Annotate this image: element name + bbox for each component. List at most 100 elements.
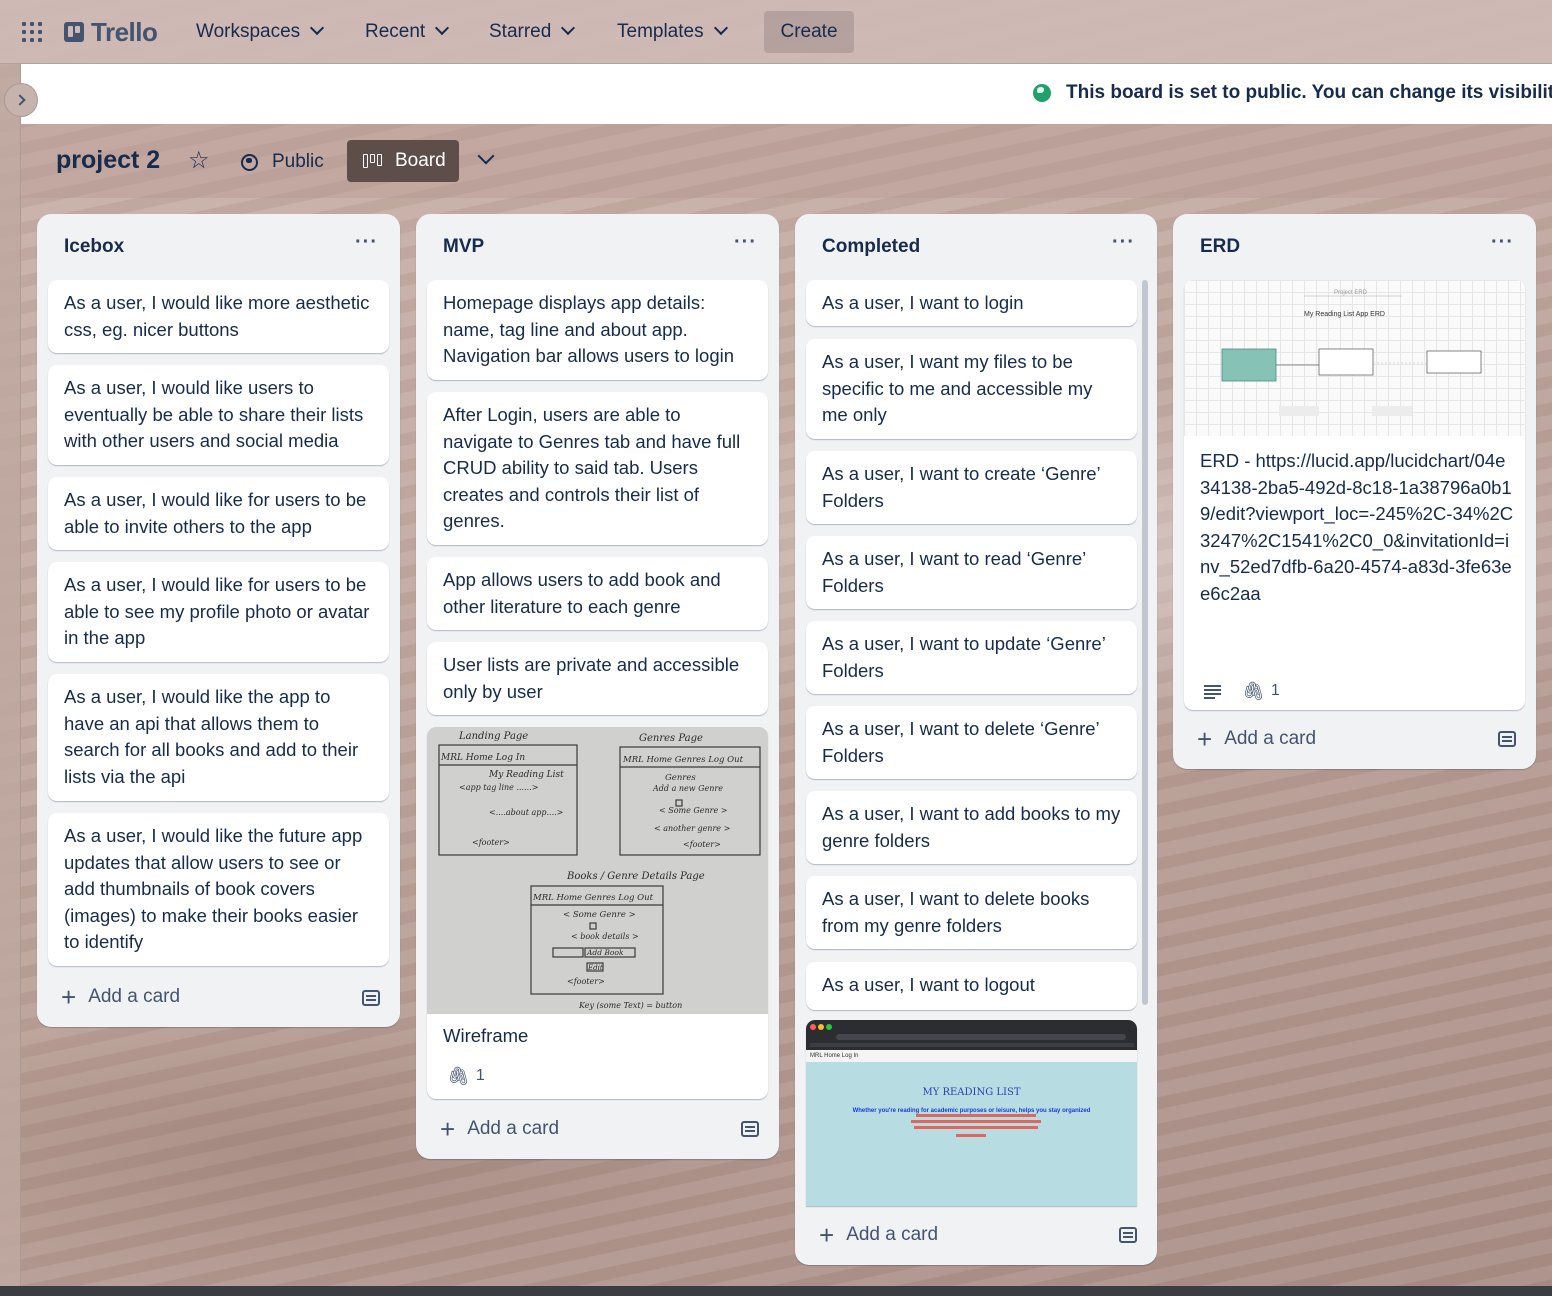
trello-logo-text: Trello bbox=[91, 16, 158, 47]
recent-label: Recent bbox=[365, 21, 426, 42]
banner-text: This board is set to public. You can cha… bbox=[1066, 82, 1552, 103]
add-card-label: Add a card bbox=[467, 1118, 560, 1139]
top-navigation-bar: Trello Workspaces Recent Starred Templat… bbox=[0, 0, 1552, 64]
erd-diagram: Project ERD My Reading List App ERD bbox=[1221, 290, 1482, 416]
sketch-nav-details: MRL Home Genres Log Out bbox=[532, 893, 654, 903]
board-view-button[interactable]: Board bbox=[347, 140, 459, 182]
card[interactable]: App allows users to add book and other l… bbox=[427, 557, 768, 630]
wireframe-sketch-image: Landing Page Genres Page Books / Genre D… bbox=[427, 727, 768, 1014]
list-scrollbar[interactable] bbox=[1142, 280, 1148, 1005]
app-screenshot-card[interactable]: MRL Home Log In MY READING LIST Whether … bbox=[806, 1020, 1137, 1206]
wireframe-card[interactable]: Landing Page Genres Page Books / Genre D… bbox=[427, 727, 768, 1099]
card-template-icon[interactable] bbox=[1119, 1227, 1137, 1243]
plus-icon: + bbox=[819, 1220, 835, 1250]
list-completed: Completed ··· As a user, I want to login… bbox=[795, 214, 1157, 1265]
card[interactable]: As a user, I would like the app to have … bbox=[48, 674, 389, 801]
card[interactable]: As a user, I would like more aesthetic c… bbox=[48, 280, 389, 353]
create-button[interactable]: Create bbox=[764, 11, 854, 53]
erd-card[interactable]: Project ERD My Reading List App ERD ERD … bbox=[1184, 280, 1525, 710]
screenshot-browser-chrome bbox=[806, 1020, 1137, 1050]
add-card-label: Add a card bbox=[846, 1224, 939, 1245]
sketch-book-details: < book details > bbox=[571, 932, 639, 941]
chevron-right-icon bbox=[13, 94, 26, 106]
sketch-nav-genres: MRL Home Genres Log Out bbox=[622, 755, 744, 765]
workspaces-label: Workspaces bbox=[196, 21, 301, 42]
list-mvp: MVP ··· Homepage displays app details: n… bbox=[416, 214, 779, 1159]
card[interactable]: As a user, I want my files to be specifi… bbox=[806, 339, 1137, 439]
card[interactable]: After Login, users are able to navigate … bbox=[427, 392, 768, 545]
erd-diagram-label: Project ERD bbox=[1334, 290, 1368, 296]
card[interactable]: As a user, I want to update ‘Genre’ Fold… bbox=[806, 621, 1137, 694]
card-badges: 🖇 1 bbox=[1204, 678, 1280, 705]
add-card-button[interactable]: + Add a card bbox=[440, 1114, 560, 1144]
card[interactable]: As a user, I would like users to eventua… bbox=[48, 365, 389, 465]
globe-icon bbox=[241, 153, 258, 171]
list-title[interactable]: ERD bbox=[1200, 236, 1240, 258]
list-menu-button[interactable]: ··· bbox=[1491, 232, 1514, 252]
sketch-footer-details: <footer> bbox=[567, 977, 605, 986]
sketch-another-genre: < another genre > bbox=[654, 824, 730, 833]
sketch-some-genre: < Some Genre > bbox=[659, 806, 728, 815]
templates-label: Templates bbox=[617, 21, 704, 42]
sketch-edit: Edit bbox=[587, 964, 603, 972]
attachments-count: 1 bbox=[1270, 682, 1280, 699]
card[interactable]: As a user, I want to login bbox=[806, 280, 1137, 326]
sketch-footer-landing: <footer> bbox=[472, 838, 510, 847]
plus-icon: + bbox=[61, 982, 77, 1012]
sketch-nav-landing: MRL Home Log In bbox=[440, 753, 525, 763]
plus-icon: + bbox=[1197, 724, 1213, 754]
plus-icon: + bbox=[440, 1114, 456, 1144]
add-card-label: Add a card bbox=[1224, 728, 1317, 749]
board-title[interactable]: project 2 bbox=[56, 146, 160, 175]
list-menu-button[interactable]: ··· bbox=[734, 232, 757, 252]
chevron-down-icon bbox=[435, 23, 447, 35]
paperclip-icon: 🖇 bbox=[447, 1066, 470, 1086]
chevron-down-icon bbox=[714, 23, 726, 35]
visibility-button[interactable]: Public bbox=[241, 146, 324, 178]
card[interactable]: User lists are private and accessible on… bbox=[427, 642, 768, 715]
card-template-icon[interactable] bbox=[1498, 731, 1516, 747]
card[interactable]: As a user, I want to logout bbox=[806, 962, 1137, 1010]
sketch-add-genre: Add a new Genre bbox=[652, 784, 723, 793]
sketch-my-reading-list: My Reading List bbox=[488, 770, 564, 780]
board-view-icon bbox=[363, 154, 383, 168]
card[interactable]: As a user, I would like for users to be … bbox=[48, 477, 389, 550]
chevron-down-icon[interactable] bbox=[476, 148, 496, 168]
sketch-add-book: Add Book bbox=[586, 948, 624, 957]
card[interactable]: As a user, I want to delete books from m… bbox=[806, 876, 1137, 949]
list-erd: ERD ··· Project ERD My Reading List App … bbox=[1173, 214, 1536, 769]
add-card-button[interactable]: + Add a card bbox=[61, 982, 180, 1012]
card-template-icon[interactable] bbox=[362, 990, 380, 1006]
card[interactable]: As a user, I want to create ‘Genre’ Fold… bbox=[806, 451, 1137, 524]
list-title[interactable]: Icebox bbox=[64, 236, 124, 258]
expand-sidebar-button[interactable] bbox=[4, 83, 38, 117]
sketch-tag-line: <app tag line ......> bbox=[459, 783, 538, 792]
recent-menu[interactable]: Recent bbox=[365, 14, 447, 50]
list-title[interactable]: Completed bbox=[822, 236, 920, 258]
card-template-icon[interactable] bbox=[741, 1121, 759, 1137]
list-menu-button[interactable]: ··· bbox=[1112, 232, 1135, 252]
card[interactable]: Homepage displays app details: name, tag… bbox=[427, 280, 768, 380]
add-card-button[interactable]: + Add a card bbox=[819, 1220, 939, 1250]
paperclip-icon: 🖇 bbox=[1242, 681, 1265, 701]
erd-diagram-image: Project ERD My Reading List App ERD bbox=[1184, 280, 1525, 436]
add-card-button[interactable]: + Add a card bbox=[1197, 724, 1317, 754]
card[interactable]: As a user, I want to read ‘Genre’ Folder… bbox=[806, 536, 1137, 609]
board-view-label: Board bbox=[395, 150, 446, 171]
erd-diagram-title: My Reading List App ERD bbox=[1304, 311, 1385, 318]
star-icon[interactable]: ☆ bbox=[188, 149, 210, 173]
card[interactable]: As a user, I want to delete ‘Genre’ Fold… bbox=[806, 706, 1137, 779]
starred-menu[interactable]: Starred bbox=[489, 14, 573, 50]
public-board-banner: This board is set to public. You can cha… bbox=[21, 64, 1552, 124]
description-icon bbox=[1204, 684, 1222, 700]
templates-menu[interactable]: Templates bbox=[617, 14, 726, 50]
workspaces-menu[interactable]: Workspaces bbox=[196, 14, 322, 50]
list-menu-button[interactable]: ··· bbox=[355, 232, 378, 252]
trello-logo[interactable]: Trello bbox=[64, 16, 158, 47]
card[interactable]: As a user, I would like the future app u… bbox=[48, 813, 389, 966]
card[interactable]: As a user, I want to add books to my gen… bbox=[806, 791, 1137, 864]
app-switcher-icon[interactable] bbox=[22, 22, 42, 42]
card[interactable]: As a user, I would like for users to be … bbox=[48, 562, 389, 662]
wireframe-card-title: Wireframe bbox=[443, 1025, 529, 1046]
list-title[interactable]: MVP bbox=[443, 236, 484, 258]
